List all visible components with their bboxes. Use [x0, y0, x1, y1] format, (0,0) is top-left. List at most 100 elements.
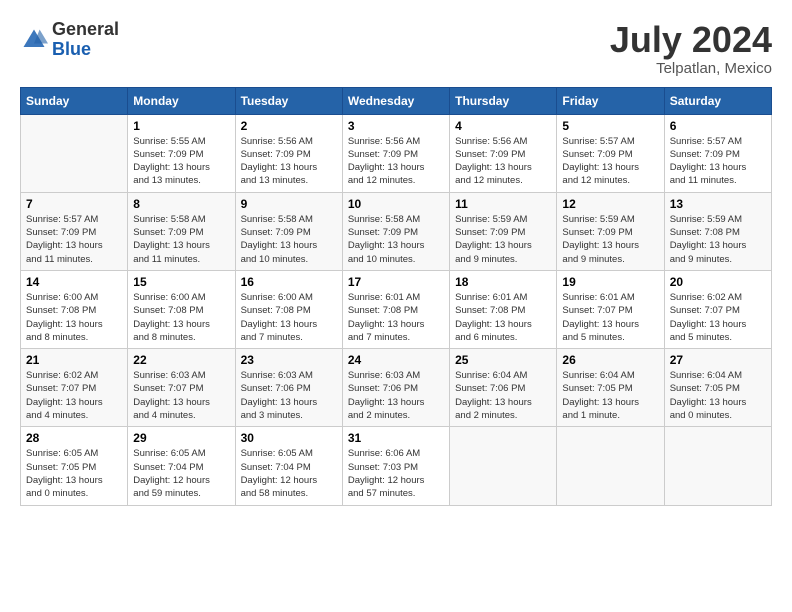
calendar-cell: 6 Sunrise: 5:57 AM Sunset: 7:09 PM Daylig…: [664, 114, 771, 192]
calendar-cell: 10 Sunrise: 5:58 AM Sunset: 7:09 PM Dayli…: [342, 192, 449, 270]
col-header-tuesday: Tuesday: [235, 87, 342, 114]
calendar-cell: 24 Sunrise: 6:03 AM Sunset: 7:06 PM Dayli…: [342, 349, 449, 427]
calendar-cell: 30 Sunrise: 6:05 AM Sunset: 7:04 PM Dayli…: [235, 427, 342, 505]
day-number: 5: [562, 119, 658, 133]
day-number: 22: [133, 353, 229, 367]
day-info: Sunrise: 6:04 AM Sunset: 7:06 PM Dayligh…: [455, 369, 551, 422]
calendar-table: SundayMondayTuesdayWednesdayThursdayFrid…: [20, 87, 772, 506]
day-info: Sunrise: 6:00 AM Sunset: 7:08 PM Dayligh…: [241, 291, 337, 344]
day-info: Sunrise: 5:59 AM Sunset: 7:09 PM Dayligh…: [455, 213, 551, 266]
day-info: Sunrise: 6:04 AM Sunset: 7:05 PM Dayligh…: [670, 369, 766, 422]
calendar-cell: 25 Sunrise: 6:04 AM Sunset: 7:06 PM Dayli…: [450, 349, 557, 427]
day-number: 16: [241, 275, 337, 289]
logo: General Blue: [20, 20, 119, 60]
calendar-cell: 5 Sunrise: 5:57 AM Sunset: 7:09 PM Daylig…: [557, 114, 664, 192]
calendar-cell: 13Sunrise: 5:59 AM Sunset: 7:08 PM Dayli…: [664, 192, 771, 270]
day-number: 2: [241, 119, 337, 133]
day-info: Sunrise: 6:03 AM Sunset: 7:07 PM Dayligh…: [133, 369, 229, 422]
day-info: Sunrise: 6:05 AM Sunset: 7:05 PM Dayligh…: [26, 447, 122, 500]
calendar-cell: 4Sunrise: 5:56 AM Sunset: 7:09 PM Daylig…: [450, 114, 557, 192]
day-info: Sunrise: 6:02 AM Sunset: 7:07 PM Dayligh…: [26, 369, 122, 422]
calendar-cell: 11 Sunrise: 5:59 AM Sunset: 7:09 PM Dayli…: [450, 192, 557, 270]
day-number: 31: [348, 431, 444, 445]
calendar-cell: 14 Sunrise: 6:00 AM Sunset: 7:08 PM Dayli…: [21, 270, 128, 348]
calendar-cell: 2 Sunrise: 5:56 AM Sunset: 7:09 PM Daylig…: [235, 114, 342, 192]
logo-icon: [20, 26, 48, 54]
day-info: Sunrise: 5:58 AM Sunset: 7:09 PM Dayligh…: [348, 213, 444, 266]
logo-general-text: General: [52, 19, 119, 39]
col-header-sunday: Sunday: [21, 87, 128, 114]
day-number: 18: [455, 275, 551, 289]
day-number: 29: [133, 431, 229, 445]
day-info: Sunrise: 5:57 AM Sunset: 7:09 PM Dayligh…: [562, 135, 658, 188]
day-number: 8: [133, 197, 229, 211]
month-title: July 2024: [610, 20, 772, 60]
day-number: 17: [348, 275, 444, 289]
calendar-cell: 27 Sunrise: 6:04 AM Sunset: 7:05 PM Dayli…: [664, 349, 771, 427]
calendar-week-row: 7Sunrise: 5:57 AM Sunset: 7:09 PM Daylig…: [21, 192, 772, 270]
day-info: Sunrise: 5:59 AM Sunset: 7:08 PM Dayligh…: [670, 213, 766, 266]
day-number: 26: [562, 353, 658, 367]
calendar-week-row: 14 Sunrise: 6:00 AM Sunset: 7:08 PM Dayli…: [21, 270, 772, 348]
calendar-week-row: 28 Sunrise: 6:05 AM Sunset: 7:05 PM Dayli…: [21, 427, 772, 505]
calendar-cell: 19 Sunrise: 6:01 AM Sunset: 7:07 PM Dayli…: [557, 270, 664, 348]
col-header-saturday: Saturday: [664, 87, 771, 114]
day-number: 30: [241, 431, 337, 445]
day-info: Sunrise: 5:58 AM Sunset: 7:09 PM Dayligh…: [133, 213, 229, 266]
day-number: 27: [670, 353, 766, 367]
day-info: Sunrise: 5:59 AM Sunset: 7:09 PM Dayligh…: [562, 213, 658, 266]
day-number: 14: [26, 275, 122, 289]
day-number: 7: [26, 197, 122, 211]
day-info: Sunrise: 6:01 AM Sunset: 7:07 PM Dayligh…: [562, 291, 658, 344]
day-number: 12: [562, 197, 658, 211]
day-number: 19: [562, 275, 658, 289]
day-number: 6: [670, 119, 766, 133]
day-number: 24: [348, 353, 444, 367]
calendar-cell: 9 Sunrise: 5:58 AM Sunset: 7:09 PM Daylig…: [235, 192, 342, 270]
day-number: 20: [670, 275, 766, 289]
day-info: Sunrise: 6:00 AM Sunset: 7:08 PM Dayligh…: [133, 291, 229, 344]
calendar-cell: 31 Sunrise: 6:06 AM Sunset: 7:03 PM Dayli…: [342, 427, 449, 505]
day-number: 1: [133, 119, 229, 133]
col-header-wednesday: Wednesday: [342, 87, 449, 114]
day-info: Sunrise: 5:57 AM Sunset: 7:09 PM Dayligh…: [670, 135, 766, 188]
col-header-monday: Monday: [128, 87, 235, 114]
title-block: July 2024 Telpatlan, Mexico: [610, 20, 772, 77]
calendar-cell: [664, 427, 771, 505]
day-info: Sunrise: 5:56 AM Sunset: 7:09 PM Dayligh…: [241, 135, 337, 188]
day-info: Sunrise: 6:00 AM Sunset: 7:08 PM Dayligh…: [26, 291, 122, 344]
day-number: 4: [455, 119, 551, 133]
calendar-cell: 8 Sunrise: 5:58 AM Sunset: 7:09 PM Daylig…: [128, 192, 235, 270]
day-number: 3: [348, 119, 444, 133]
calendar-cell: [557, 427, 664, 505]
calendar-cell: [450, 427, 557, 505]
day-number: 9: [241, 197, 337, 211]
day-number: 28: [26, 431, 122, 445]
calendar-cell: 21 Sunrise: 6:02 AM Sunset: 7:07 PM Dayli…: [21, 349, 128, 427]
calendar-cell: 26Sunrise: 6:04 AM Sunset: 7:05 PM Dayli…: [557, 349, 664, 427]
day-info: Sunrise: 5:58 AM Sunset: 7:09 PM Dayligh…: [241, 213, 337, 266]
day-info: Sunrise: 5:56 AM Sunset: 7:09 PM Dayligh…: [348, 135, 444, 188]
day-info: Sunrise: 6:02 AM Sunset: 7:07 PM Dayligh…: [670, 291, 766, 344]
day-info: Sunrise: 6:05 AM Sunset: 7:04 PM Dayligh…: [133, 447, 229, 500]
location-subtitle: Telpatlan, Mexico: [610, 60, 772, 77]
calendar-cell: 7Sunrise: 5:57 AM Sunset: 7:09 PM Daylig…: [21, 192, 128, 270]
calendar-cell: 1Sunrise: 5:55 AM Sunset: 7:09 PM Daylig…: [128, 114, 235, 192]
calendar-cell: [21, 114, 128, 192]
logo-blue-text: Blue: [52, 39, 91, 59]
day-info: Sunrise: 6:03 AM Sunset: 7:06 PM Dayligh…: [348, 369, 444, 422]
day-info: Sunrise: 6:06 AM Sunset: 7:03 PM Dayligh…: [348, 447, 444, 500]
calendar-cell: 3 Sunrise: 5:56 AM Sunset: 7:09 PM Daylig…: [342, 114, 449, 192]
day-info: Sunrise: 6:05 AM Sunset: 7:04 PM Dayligh…: [241, 447, 337, 500]
calendar-week-row: 21 Sunrise: 6:02 AM Sunset: 7:07 PM Dayli…: [21, 349, 772, 427]
day-number: 21: [26, 353, 122, 367]
day-number: 25: [455, 353, 551, 367]
calendar-cell: 12 Sunrise: 5:59 AM Sunset: 7:09 PM Dayli…: [557, 192, 664, 270]
day-info: Sunrise: 6:01 AM Sunset: 7:08 PM Dayligh…: [455, 291, 551, 344]
calendar-week-row: 1Sunrise: 5:55 AM Sunset: 7:09 PM Daylig…: [21, 114, 772, 192]
day-info: Sunrise: 6:03 AM Sunset: 7:06 PM Dayligh…: [241, 369, 337, 422]
day-number: 10: [348, 197, 444, 211]
calendar-cell: 15Sunrise: 6:00 AM Sunset: 7:08 PM Dayli…: [128, 270, 235, 348]
calendar-cell: 18 Sunrise: 6:01 AM Sunset: 7:08 PM Dayli…: [450, 270, 557, 348]
day-number: 11: [455, 197, 551, 211]
